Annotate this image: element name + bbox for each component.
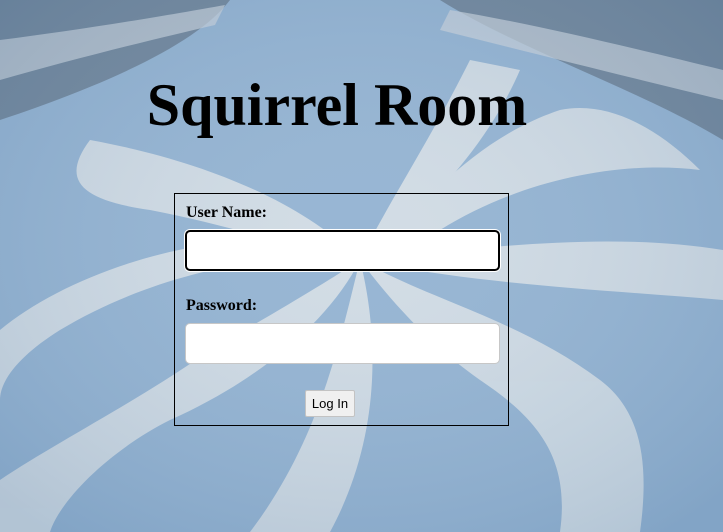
password-label: Password: [186,297,258,314]
password-input[interactable] [185,323,500,364]
username-input[interactable] [185,230,500,271]
page-title: Squirrel Room [146,72,528,138]
login-form: User Name: Password: Log In [174,193,509,426]
login-button[interactable]: Log In [305,390,355,417]
username-label: User Name: [186,204,268,221]
